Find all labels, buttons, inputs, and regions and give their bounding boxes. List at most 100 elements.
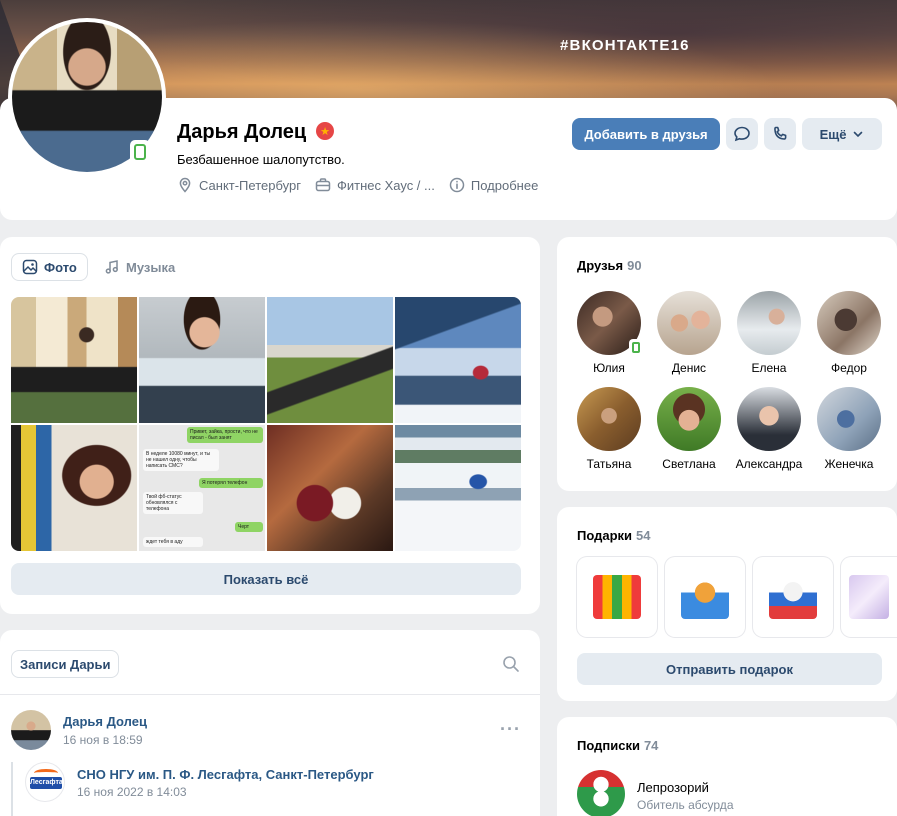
subscription-item[interactable]: Лепрозорий Обитель абсурда (577, 770, 877, 816)
gift-dog-icon (769, 575, 817, 619)
cover-hashtag: #ВКОНТАКТЕ16 (560, 37, 690, 54)
tab-music[interactable]: Музыка (94, 253, 185, 281)
friends-count: 90 (627, 258, 642, 273)
friends-title-label: Друзья (577, 258, 624, 273)
chat-bubble: ждет тебя в аду (143, 537, 203, 547)
city-label: Санкт-Петербург (199, 177, 301, 193)
friend-name: Федор (831, 361, 867, 375)
subscriptions-title-label: Подписки (577, 738, 640, 753)
repost-source-name[interactable]: СНО НГУ им. П. Ф. Лесгафта, Санкт-Петерб… (77, 767, 374, 782)
profile-name: Дарья Долец (177, 121, 307, 143)
message-button[interactable] (726, 118, 758, 150)
friend-avatar (817, 291, 881, 355)
gift-origami-icon (849, 575, 889, 619)
repost-source-avatar[interactable]: Лесгафта (25, 762, 65, 802)
tab-photos[interactable]: Фото (11, 253, 88, 281)
post-author-avatar[interactable] (11, 710, 51, 750)
subscription-avatar (577, 770, 625, 816)
photo-thumb[interactable] (395, 297, 521, 423)
wall-divider (0, 694, 540, 695)
profile-status: Безбашенное шалопутство. (177, 152, 345, 167)
photo-thumb[interactable] (267, 297, 393, 423)
repost-date[interactable]: 16 ноя 2022 в 14:03 (77, 785, 187, 799)
chat-bubble: Черт (235, 522, 263, 532)
profile-info-row: Санкт-Петербург Фитнес Хаус / ... Подроб… (177, 177, 538, 193)
subscriptions-title[interactable]: Подписки 74 (577, 738, 658, 753)
friend-name: Юлия (593, 361, 625, 375)
friend-item[interactable]: Юлия (569, 291, 649, 375)
message-icon (734, 126, 750, 142)
chevron-down-icon (854, 131, 863, 138)
friend-name: Елена (751, 361, 787, 375)
location-info[interactable]: Санкт-Петербург (177, 177, 301, 193)
subscription-name: Лепрозорий (637, 780, 709, 795)
friend-avatar (577, 387, 641, 451)
friend-item[interactable]: Денис (649, 291, 729, 375)
chat-bubble: Я потерял телефон (199, 478, 263, 488)
mobile-online-icon (130, 140, 150, 164)
photo-thumb-chat[interactable]: Привет, зайка, прости, что не писал - бы… (139, 425, 265, 551)
heart-badge-icon[interactable]: ★ (316, 122, 334, 140)
post-date[interactable]: 16 ноя в 18:59 (63, 733, 143, 747)
chat-bubble: В неделе 10080 минут, и ты не нашел одну… (143, 449, 219, 471)
phone-icon (774, 126, 787, 140)
photo-thumb[interactable] (267, 425, 393, 551)
post-author-name[interactable]: Дарья Долец (63, 714, 147, 729)
photo-thumb[interactable] (11, 425, 137, 551)
briefcase-icon (315, 178, 331, 192)
tab-music-label: Музыка (126, 259, 176, 275)
logo-swoosh (34, 769, 58, 777)
photo-thumb[interactable] (11, 297, 137, 423)
friend-avatar (577, 291, 643, 355)
friends-title[interactable]: Друзья 90 (577, 258, 642, 273)
music-note-icon (105, 260, 118, 274)
work-info[interactable]: Фитнес Хаус / ... (315, 177, 435, 193)
gifts-title-label: Подарки (577, 528, 633, 543)
friend-item[interactable]: Женечка (809, 387, 889, 471)
gift-item[interactable] (665, 557, 745, 637)
more-button[interactable]: Ещё (802, 118, 882, 150)
tab-photos-label: Фото (44, 259, 77, 275)
repost-line (11, 762, 13, 816)
friend-name: Светлана (662, 457, 716, 471)
more-info-label: Подробнее (470, 177, 539, 193)
subscriptions-count: 74 (643, 738, 659, 753)
gifts-title[interactable]: Подарки 54 (577, 528, 651, 543)
photo-icon (22, 259, 38, 275)
gift-item[interactable] (753, 557, 833, 637)
show-all-photos-button[interactable]: Показать всё (11, 563, 521, 595)
call-button[interactable] (764, 118, 796, 150)
friend-avatar (737, 387, 801, 451)
search-icon[interactable] (502, 655, 520, 673)
location-pin-icon (179, 177, 191, 193)
repost-source-logo: Лесгафта (30, 777, 63, 789)
add-friend-button[interactable]: Добавить в друзья (572, 118, 720, 150)
friend-item[interactable]: Александра (729, 387, 809, 471)
post-more-icon[interactable]: ··· (500, 720, 521, 738)
friend-name: Женечка (824, 457, 874, 471)
gift-item[interactable] (841, 557, 897, 637)
chat-bubble: Твой фб-статус обновлялся с телефона (143, 492, 203, 514)
friend-item[interactable]: Елена (729, 291, 809, 375)
more-label: Ещё (819, 126, 847, 142)
more-info-link[interactable]: Подробнее (449, 177, 538, 193)
gifts-count: 54 (636, 528, 651, 543)
subscription-desc: Обитель абсурда (637, 798, 734, 812)
wall-tab[interactable]: Записи Дарьи (11, 650, 120, 678)
friend-name: Александра (735, 457, 803, 471)
friend-name: Денис (671, 361, 707, 375)
friend-item[interactable]: Светлана (649, 387, 729, 471)
mobile-online-icon (629, 339, 643, 355)
chat-bubble: Привет, зайка, прости, что не писал - бы… (187, 427, 263, 443)
gift-cat-icon (681, 575, 729, 619)
friend-avatar (657, 291, 721, 355)
photo-thumb[interactable] (139, 297, 265, 423)
friend-avatar (737, 291, 801, 355)
send-gift-button[interactable]: Отправить подарок (577, 653, 882, 685)
friend-avatar (817, 387, 881, 451)
friend-item[interactable]: Татьяна (569, 387, 649, 471)
gift-box-icon (593, 575, 641, 619)
photo-thumb[interactable] (395, 425, 521, 551)
gift-item[interactable] (577, 557, 657, 637)
friend-item[interactable]: Федор (809, 291, 889, 375)
